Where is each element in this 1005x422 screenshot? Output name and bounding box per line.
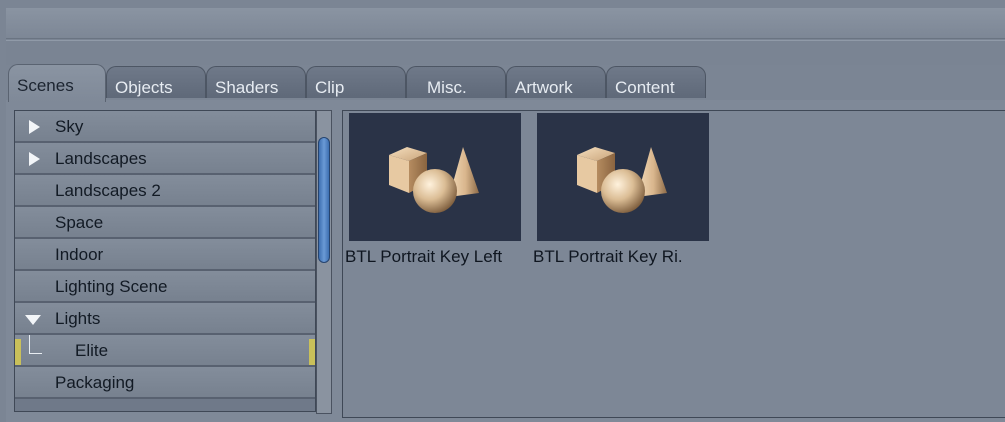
list-item-indoor[interactable]: Indoor [15,239,315,271]
scrollbar-thumb[interactable] [318,137,330,263]
tab-content[interactable]: Content [606,66,706,98]
list-item-elite[interactable]: Elite [15,335,315,367]
list-item-lights[interactable]: Lights [15,303,315,335]
expand-arrow-icon[interactable] [29,152,40,166]
primitives-icon [389,147,479,213]
list-item-landscapes-2[interactable]: Landscapes 2 [15,175,315,207]
list-item-label: Lights [55,309,101,328]
list-item-space[interactable]: Space [15,207,315,239]
list-item-label: Lighting Scene [55,277,168,296]
tab-shaders[interactable]: Shaders [206,66,306,98]
list-item-landscapes[interactable]: Landscapes [15,143,315,175]
collapse-arrow-icon[interactable] [25,315,41,325]
primitives-icon [577,147,667,213]
content-thumbnail[interactable] [349,113,521,241]
list-item-sky[interactable]: Sky [15,111,315,143]
list-item-label: Sky [55,117,84,136]
category-list[interactable]: Sky Landscapes Landscapes 2 Space Indoor… [14,110,316,412]
vertical-scrollbar[interactable] [316,110,332,414]
title-bar [6,8,1005,39]
list-item-label: Landscapes 2 [55,181,161,200]
list-item-lighting-scene[interactable]: Lighting Scene [15,271,315,303]
list-item-label: Packaging [55,373,135,392]
content-item-label: BTL Portrait Key Left [345,247,503,266]
expand-arrow-icon[interactable] [29,120,40,134]
list-item-label: Indoor [55,245,104,264]
library-panel: Sky Landscapes Landscapes 2 Space Indoor… [6,100,1005,422]
tab-clip[interactable]: Clip [306,66,406,98]
tree-connector [29,335,42,354]
list-item-packaging[interactable]: Packaging [15,367,315,399]
list-item-label: Landscapes [55,149,147,168]
toolbar-strip [6,40,1005,65]
tab-artwork[interactable]: Artwork [506,66,606,98]
tab-bar: Scenes Objects Shaders Clip Misc. Artwor… [6,64,1005,102]
tab-misc[interactable]: Misc. [406,66,506,98]
tab-objects[interactable]: Objects [106,66,206,98]
content-area: BTL Portrait Key Left BTL Portrait Key R… [342,110,1005,418]
content-item-label: BTL Portrait Key Ri. [533,247,683,266]
selection-marker-right [309,339,315,365]
content-thumbnail[interactable] [537,113,709,241]
tab-scenes[interactable]: Scenes [8,64,106,102]
list-item-label: Elite [75,341,109,360]
selection-marker-left [15,339,21,365]
list-item-label: Space [55,213,104,232]
